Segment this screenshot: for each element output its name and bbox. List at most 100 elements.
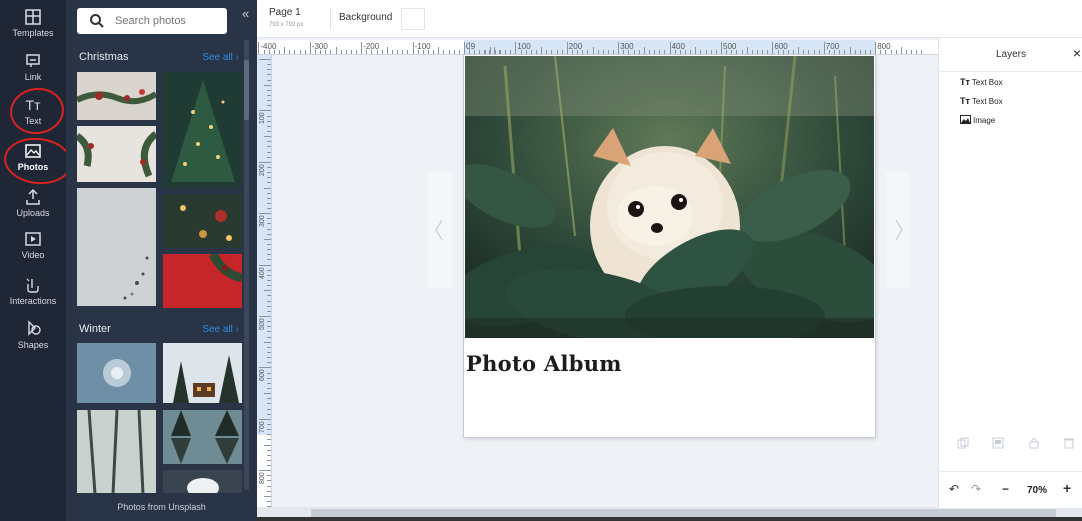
rail-label: Video (21, 250, 45, 260)
design-page[interactable]: Photo Album (464, 55, 875, 437)
ruler-minor-tick (880, 50, 882, 54)
layer-item[interactable]: Tт Text Box (960, 77, 1003, 87)
see-all-winter-link[interactable]: See all › (202, 324, 239, 335)
section-title-winter: Winter (79, 323, 111, 335)
search-input[interactable] (115, 12, 221, 30)
ruler-tick-label: 700 (259, 421, 266, 433)
lock-icon[interactable] (1028, 437, 1040, 449)
photo-thumb[interactable] (163, 343, 242, 403)
ruler-minor-tick (607, 50, 609, 54)
ruler-minor-tick (484, 50, 486, 54)
photo-search[interactable] (77, 8, 227, 34)
rail-link[interactable]: Link (0, 52, 66, 82)
dog-photo[interactable] (465, 56, 874, 338)
ruler-minor-tick (494, 47, 496, 54)
undo-icon[interactable]: ↶ (949, 482, 959, 496)
ruler-minor-tick (664, 50, 666, 54)
ruler-minor-tick (741, 50, 743, 54)
photo-thumb[interactable] (163, 254, 242, 308)
ruler-minor-tick (695, 47, 697, 54)
ruler-minor-tick (751, 50, 753, 54)
photo-thumb[interactable] (163, 470, 242, 494)
ruler-minor-tick (875, 42, 877, 54)
ruler-minor-tick (267, 79, 271, 81)
close-icon[interactable]: × (1073, 45, 1081, 61)
delete-icon[interactable] (1063, 437, 1075, 449)
ruler-minor-tick (592, 47, 594, 54)
layer-item[interactable]: Image (960, 115, 995, 125)
rail-uploads[interactable]: Uploads (0, 188, 66, 218)
ruler-minor-tick (267, 146, 271, 148)
ruler-minor-tick (443, 50, 445, 54)
ruler-minor-tick (267, 454, 271, 456)
ruler-minor-tick (267, 408, 271, 410)
rail-shapes[interactable]: Shapes (0, 320, 66, 350)
photo-thumb[interactable] (77, 410, 156, 494)
templates-icon (25, 9, 41, 25)
ruler-minor-tick (921, 50, 923, 54)
ruler-minor-tick (267, 269, 271, 271)
ruler-minor-tick (267, 141, 271, 143)
collapse-panel-button[interactable]: « (242, 6, 249, 21)
ruler-minor-tick (674, 50, 676, 54)
panel-scrollbar[interactable] (244, 40, 249, 490)
ruler-minor-tick (267, 423, 271, 425)
ruler-minor-tick (813, 50, 815, 54)
rail-label: Interactions (9, 296, 57, 306)
album-title-text[interactable]: Photo Album (466, 351, 622, 376)
ruler-minor-tick (530, 50, 532, 54)
photo-thumb[interactable] (163, 72, 242, 188)
ruler-minor-tick (541, 47, 543, 54)
layer-item[interactable]: Tт Text Box (960, 96, 1003, 106)
ruler-minor-tick (731, 50, 733, 54)
photo-thumb[interactable] (77, 343, 156, 403)
redo-icon[interactable]: ↷ (971, 482, 981, 496)
zoom-in-button[interactable]: + (1063, 480, 1071, 496)
video-icon (25, 232, 41, 246)
rail-interactions[interactable]: Interactions (0, 276, 66, 306)
ruler-minor-tick (264, 187, 271, 189)
ruler-minor-tick (264, 495, 271, 497)
horizontal-scrollbar[interactable] (257, 507, 1082, 521)
ruler-minor-tick (267, 274, 271, 276)
ruler-tick-label: 200 (568, 42, 583, 51)
photo-thumb[interactable] (77, 188, 156, 306)
ruler-minor-tick (361, 42, 363, 54)
duplicate-icon[interactable] (957, 437, 969, 449)
ruler-tick-label: 800 (259, 472, 266, 485)
ruler-minor-tick (273, 50, 275, 54)
rail-templates[interactable]: Templates (0, 8, 66, 38)
page-label[interactable]: Page 1 (269, 7, 301, 18)
ruler-minor-tick (823, 42, 825, 54)
photo-thumb[interactable] (163, 194, 242, 248)
see-all-christmas-link[interactable]: See all › (202, 52, 239, 63)
ruler-minor-tick (267, 74, 271, 76)
background-color-swatch[interactable] (401, 8, 425, 30)
photo-thumb[interactable] (77, 72, 156, 120)
ruler-minor-tick (335, 47, 337, 54)
ruler-minor-tick (428, 50, 430, 54)
ruler-minor-tick (906, 50, 908, 54)
copy-icon[interactable] (992, 437, 1004, 449)
photo-thumb[interactable] (77, 126, 156, 182)
ruler-minor-tick (267, 475, 271, 477)
layer-label: Text Box (971, 78, 1003, 87)
ruler-minor-tick (504, 50, 506, 54)
ruler-minor-tick (577, 50, 579, 54)
ruler-minor-tick (267, 254, 271, 256)
ruler-minor-tick (818, 50, 820, 54)
ruler-tick-label: 400 (671, 42, 685, 51)
zoom-out-button[interactable]: − (1002, 482, 1009, 496)
photo-thumb[interactable] (163, 410, 242, 464)
left-icon-rail: Templates Link Tт Text Photos Uploads Vi… (0, 0, 75, 521)
ruler-minor-tick (267, 326, 271, 328)
ruler-minor-tick (267, 300, 271, 302)
ruler-minor-tick (267, 177, 271, 179)
ruler-minor-tick (895, 50, 897, 54)
ruler-tick-label: 300 (620, 42, 634, 51)
layers-header: Layers × (939, 38, 1082, 72)
rail-label: Link (24, 72, 42, 82)
rail-video[interactable]: Video (0, 230, 66, 260)
rail-label: Shapes (17, 340, 49, 350)
ruler-minor-tick (859, 50, 861, 54)
